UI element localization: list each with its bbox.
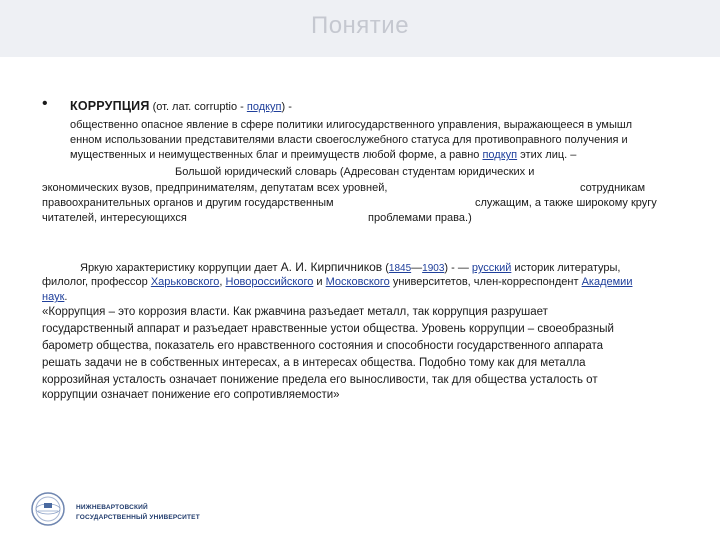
university-name-line-2: ГОСУДАРСТВЕННЫЙ УНИВЕРСИТЕТ [76, 514, 200, 521]
link-academy[interactable]: Академии [582, 276, 633, 288]
kirpichnikov-l1-post: историк литературы, [511, 262, 621, 274]
link-moscow[interactable]: Московского [326, 276, 390, 288]
source-line-3b: служащим, а также широкому кругу [475, 197, 657, 209]
quote-line-1: «Коррупция – это коррозия власти. Как рж… [42, 306, 548, 318]
source-line-4a: читателей, интересующихся [42, 212, 187, 224]
slide-content: • КОРРУПЦИЯ (от. лат. corruptio - подкуп… [0, 0, 720, 540]
paren-open: ( [382, 262, 389, 274]
period: . [64, 291, 68, 303]
definition-line-1: общественно опасное явление в сфере поли… [70, 119, 633, 131]
source-line-1: Большой юридический словарь (Адресован с… [175, 166, 535, 178]
definition-line-2: енном использовании представителями влас… [70, 134, 628, 146]
quote-line-4: решать задачи не в собственных интересах… [42, 357, 586, 369]
link-podkup-2[interactable]: подкуп [482, 149, 517, 161]
kirpichnikov-line-2: филолог, профессор Харьковского, Новорос… [42, 275, 632, 290]
quote-line-2: государственный аппарат и разъедает нрав… [42, 323, 614, 335]
definition-heading: КОРРУПЦИЯ (от. лат. corruptio - подкуп) … [70, 99, 292, 113]
source-line-3a: правоохранительных органов и другим госу… [42, 197, 334, 209]
source-line-2a: экономических вузов, предпринимателям, д… [42, 182, 388, 194]
university-name-line-1: НИЖНЕВАРТОВСКИЙ [76, 504, 148, 511]
author-name: А. И. Кирпичников [280, 260, 383, 274]
kirpichnikov-l2-post: университетов, член-корреспондент [389, 276, 582, 288]
link-year-1903[interactable]: 1903 [422, 263, 444, 274]
source-line-2b: сотрудникам [580, 182, 646, 194]
paren-close: ) - — [444, 262, 472, 274]
link-novorossiysk[interactable]: Новороссийского [226, 276, 314, 288]
etymology-pre: (от. лат. corruptio - [149, 101, 247, 113]
definition-line-3-post: этих лиц. – [517, 149, 577, 161]
link-year-1845[interactable]: 1845 [389, 263, 411, 274]
definition-line-3: мущественных и неимущественных благ и пр… [70, 148, 576, 163]
year-dash: — [411, 262, 423, 274]
kirpichnikov-intro: Яркую характеристику коррупции дает [80, 262, 281, 274]
quote-line-6: коррупции означает понижение его сопроти… [42, 389, 340, 401]
link-russian[interactable]: русский [472, 262, 511, 274]
quote-line-3: барометр общества, показатель его нравст… [42, 340, 604, 352]
link-kharkov[interactable]: Харьковского [151, 276, 220, 288]
source-line-4b: проблемами права.) [368, 212, 472, 224]
term: КОРРУПЦИЯ [70, 99, 150, 113]
etymology-post: ) - [281, 101, 292, 113]
definition-line-3-pre: мущественных и неимущественных благ и пр… [70, 149, 483, 161]
link-academy-science[interactable]: наук [42, 291, 64, 303]
kirpichnikov-l2-pre: филолог, профессор [42, 276, 151, 288]
bullet: • [42, 95, 48, 112]
conj-and: и [313, 276, 326, 288]
link-podkup[interactable]: подкуп [247, 101, 282, 113]
university-logo-icon [31, 492, 65, 526]
kirpichnikov-line-1: Яркую характеристику коррупции дает А. И… [80, 260, 620, 276]
